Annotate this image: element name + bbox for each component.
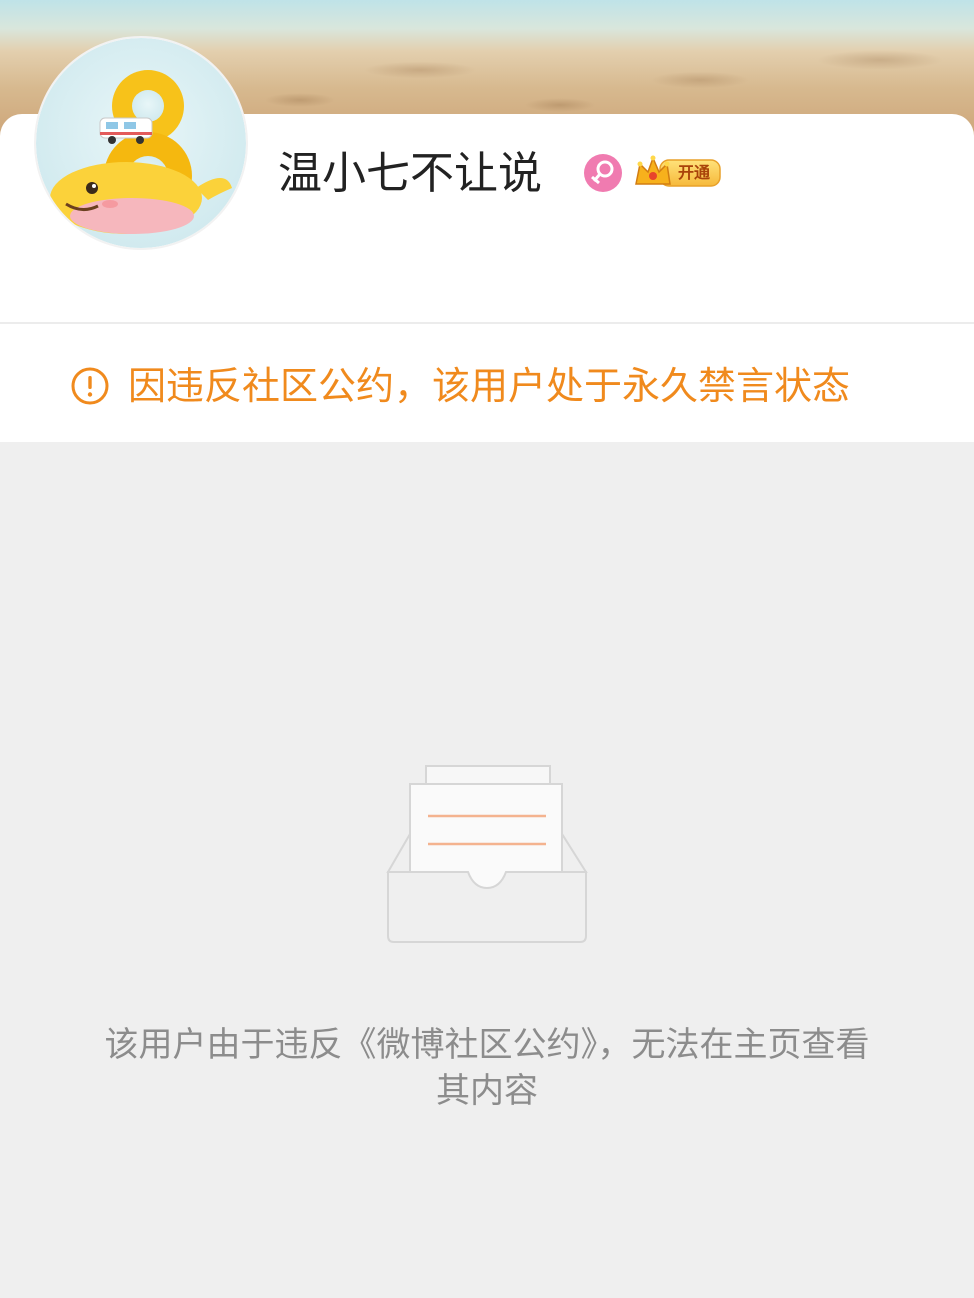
- ban-notice-text: 因违反社区公约，该用户处于永久禁言状态: [128, 364, 851, 408]
- empty-inbox-icon: [384, 764, 590, 946]
- empty-state-message: 该用户由于违反《微博社区公约》，无法在主页查看其内容: [104, 1025, 870, 1111]
- crown-icon: [635, 155, 671, 185]
- vip-open-label[interactable]: 开通: [672, 160, 716, 186]
- exclamation-circle-icon: [70, 366, 110, 406]
- username: 温小七不让说: [278, 148, 542, 199]
- avatar[interactable]: [36, 38, 246, 248]
- avatar-image: [36, 38, 246, 248]
- female-icon: [584, 154, 622, 192]
- profile-page: 温小七不让说 开通 因违反社区公约，该用户处于永久禁言状态 该用户由于违反《微博…: [0, 0, 974, 1298]
